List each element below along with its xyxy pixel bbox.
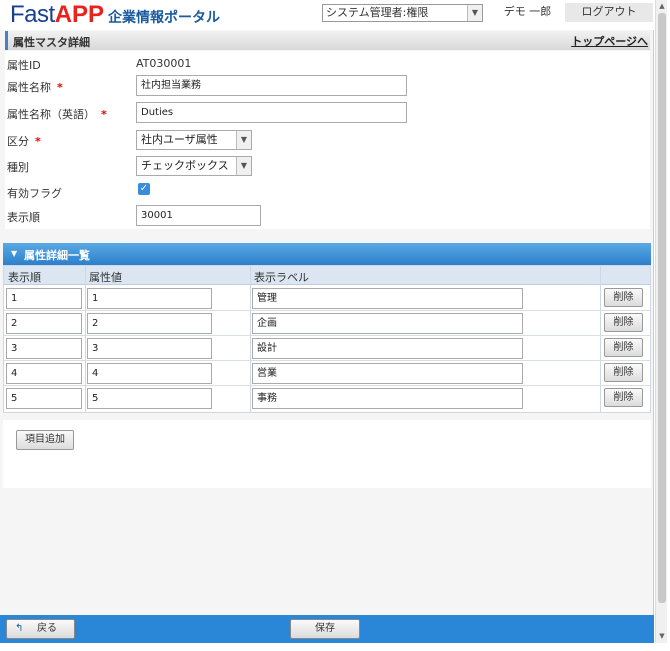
required-mark: * xyxy=(101,108,107,121)
required-mark: * xyxy=(35,135,41,148)
logo-app-text: APP xyxy=(54,1,105,28)
type-label: 種別 xyxy=(7,161,29,174)
form-row-attr-id: 属性ID AT030001 xyxy=(5,53,650,77)
category-select[interactable]: 社内ユーザ属性 ▼ xyxy=(136,130,252,150)
row-label-input[interactable]: 企画 xyxy=(252,313,523,334)
attr-name-label: 属性名称 xyxy=(7,81,51,94)
column-header-label: 表示ラベル xyxy=(254,271,309,284)
vertical-scrollbar[interactable]: ▲ ▼ xyxy=(655,0,667,643)
row-value-input[interactable]: 3 xyxy=(87,338,212,359)
scroll-down-arrow-icon[interactable]: ▼ xyxy=(656,630,668,642)
row-label-input[interactable]: 管理 xyxy=(252,288,523,309)
order-input[interactable]: 30001 xyxy=(136,205,261,226)
attr-id-value: AT030001 xyxy=(136,57,192,70)
app-header: Fast APP 企業情報ポータル システム管理者:権限 ▼ デモ 一郎 ログア… xyxy=(0,0,654,30)
delete-row-button[interactable]: 削除 xyxy=(604,338,643,357)
table-row: 2 2 企画 削除 xyxy=(4,311,650,336)
delete-row-button[interactable]: 削除 xyxy=(604,288,643,307)
form-row-attr-name: 属性名称 * 社内担当業務 xyxy=(5,75,650,99)
form-row-order: 表示順 30001 xyxy=(5,205,650,229)
form-row-enabled: 有効フラグ ✓ xyxy=(5,181,650,205)
user-name: デモ 一郎 xyxy=(492,3,563,22)
delete-row-button[interactable]: 削除 xyxy=(604,313,643,332)
row-order-input[interactable]: 3 xyxy=(6,338,82,359)
attr-name-en-input[interactable]: Duties xyxy=(136,102,407,123)
page-title: 属性マスタ詳細 xyxy=(13,36,90,49)
chevron-down-icon: ▼ xyxy=(236,157,251,175)
order-label: 表示順 xyxy=(7,211,40,224)
row-value-input[interactable]: 4 xyxy=(87,363,212,384)
row-order-input[interactable]: 5 xyxy=(6,388,82,409)
row-value-input[interactable]: 5 xyxy=(87,388,212,409)
add-item-area xyxy=(3,420,651,488)
checkmark-icon: ✓ xyxy=(139,183,149,194)
delete-row-button[interactable]: 削除 xyxy=(604,388,643,407)
row-value-input[interactable]: 2 xyxy=(87,313,212,334)
type-select-value: チェックボックス xyxy=(141,159,229,172)
back-button-label: 戻る xyxy=(37,623,57,634)
row-label-input[interactable]: 営業 xyxy=(252,363,523,384)
detail-table-header: 表示順 属性値 表示ラベル xyxy=(4,266,650,285)
form-row-category: 区分 * 社内ユーザ属性 ▼ xyxy=(5,129,650,153)
category-label: 区分 xyxy=(7,135,29,148)
delete-row-button[interactable]: 削除 xyxy=(604,363,643,382)
row-value-input[interactable]: 1 xyxy=(87,288,212,309)
column-header-value: 属性値 xyxy=(89,271,122,284)
add-item-button[interactable]: 項目追加 xyxy=(16,430,74,450)
enabled-checkbox[interactable]: ✓ xyxy=(138,183,150,195)
form-row-type: 種別 チェックボックス ▼ xyxy=(5,155,650,179)
row-label-input[interactable]: 設計 xyxy=(252,338,523,359)
enabled-label: 有効フラグ xyxy=(7,187,62,200)
scroll-up-arrow-icon[interactable]: ▲ xyxy=(656,0,668,12)
attr-name-en-label: 属性名称（英語） xyxy=(7,108,95,121)
back-arrow-icon: ↰ xyxy=(15,623,24,634)
page-title-bar: 属性マスタ詳細 トップページへ xyxy=(5,31,650,50)
required-mark: * xyxy=(57,81,63,94)
type-select[interactable]: チェックボックス ▼ xyxy=(136,156,252,176)
logout-button[interactable]: ログアウト xyxy=(565,3,653,22)
table-row: 1 1 管理 削除 xyxy=(4,286,650,311)
save-button[interactable]: 保存 xyxy=(290,619,360,639)
role-select[interactable]: システム管理者:権限 ▼ xyxy=(322,4,483,22)
top-page-link[interactable]: トップページへ xyxy=(571,33,648,49)
row-order-input[interactable]: 1 xyxy=(6,288,82,309)
table-row: 3 3 設計 削除 xyxy=(4,336,650,361)
row-order-input[interactable]: 2 xyxy=(6,313,82,334)
logo-fast-text: Fast xyxy=(10,1,55,28)
collapse-triangle-icon: ▼ xyxy=(11,249,18,258)
table-row: 5 5 事務 削除 xyxy=(4,386,650,411)
row-order-input[interactable]: 4 xyxy=(6,363,82,384)
table-row: 4 4 営業 削除 xyxy=(4,361,650,386)
role-select-value: システム管理者:権限 xyxy=(326,6,429,19)
chevron-down-icon: ▼ xyxy=(467,5,482,21)
back-button[interactable]: ↰ 戻る xyxy=(6,619,75,639)
row-label-input[interactable]: 事務 xyxy=(252,388,523,409)
footer-bar: ↰ 戻る 保存 xyxy=(0,615,654,643)
detail-table: 表示順 属性値 表示ラベル 1 1 管理 削除 2 2 企画 削除 3 3 設計… xyxy=(3,265,651,413)
scrollbar-thumb[interactable] xyxy=(658,13,666,603)
chevron-down-icon: ▼ xyxy=(236,131,251,149)
category-select-value: 社内ユーザ属性 xyxy=(141,133,218,146)
attr-id-label: 属性ID xyxy=(7,59,41,72)
app-logo[interactable]: Fast APP 企業情報ポータル xyxy=(10,1,221,29)
form-row-attr-name-en: 属性名称（英語） * Duties xyxy=(5,102,650,126)
detail-section-title: 属性詳細一覧 xyxy=(24,249,90,262)
attribute-form: 属性ID AT030001 属性名称 * 社内担当業務 属性名称（英語） * Dut… xyxy=(5,51,650,229)
detail-section-header[interactable]: ▼ 属性詳細一覧 xyxy=(3,243,651,265)
column-header-order: 表示順 xyxy=(8,271,41,284)
logo-subtitle: 企業情報ポータル xyxy=(108,10,221,26)
attr-name-input[interactable]: 社内担当業務 xyxy=(136,75,407,96)
